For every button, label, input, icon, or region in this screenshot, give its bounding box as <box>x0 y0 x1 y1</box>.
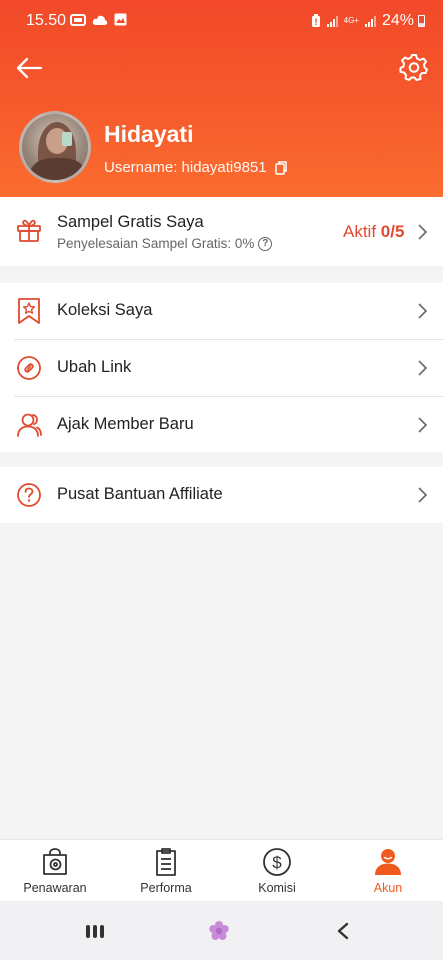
nav-performa[interactable]: Performa <box>111 840 221 902</box>
battery-icon <box>418 15 425 27</box>
chevron-right-icon <box>418 487 428 503</box>
nav-label-performa: Performa <box>140 881 192 895</box>
nav-label-komisi: Komisi <box>258 881 296 895</box>
copy-icon[interactable] <box>274 160 287 175</box>
help-item[interactable]: Pusat Bantuan Affiliate <box>0 467 443 523</box>
gift-icon <box>17 219 41 242</box>
svg-text:$: $ <box>272 853 282 872</box>
recent-apps-icon[interactable] <box>86 925 104 938</box>
signal-icon-2 <box>364 15 376 27</box>
sample-status: Aktif 0/5 <box>343 222 404 242</box>
status-time: 15.50 <box>26 12 67 29</box>
signal-icon <box>326 15 338 27</box>
battery-indicator: 24% <box>382 12 425 30</box>
arrow-left-icon[interactable] <box>14 53 44 83</box>
system-nav-bar <box>0 901 443 960</box>
menu-label-koleksi: Koleksi Saya <box>57 301 153 319</box>
question-circle-icon <box>17 483 41 507</box>
bottom-nav: Penawaran Performa $ Komisi Akun <box>0 839 443 901</box>
sample-status-count: 0/5 <box>380 222 405 241</box>
clipboard-icon <box>156 848 176 876</box>
sample-status-label: Aktif <box>343 222 381 241</box>
username-label: Username: hidayati9851 <box>104 159 267 176</box>
image-icon <box>114 13 127 26</box>
nav-akun[interactable]: Akun <box>333 840 443 902</box>
menu-label-ubah-link: Ubah Link <box>57 358 132 376</box>
avatar[interactable] <box>19 111 91 183</box>
cast-icon <box>70 13 86 26</box>
chevron-right-icon <box>418 360 428 376</box>
chevron-right-icon <box>418 303 428 319</box>
dollar-circle-icon: $ <box>263 848 291 876</box>
profile-header: 15.50 4G+ 24% Hidayati Username: hidayat… <box>0 0 443 197</box>
sample-title: Sampel Gratis Saya <box>57 213 204 231</box>
profile-name: Hidayati <box>104 121 194 147</box>
cloud-icon <box>92 15 108 25</box>
network-type: 4G+ <box>343 16 359 25</box>
menu-item-koleksi[interactable]: Koleksi Saya <box>0 283 443 339</box>
username-row: Username: hidayati9851 <box>104 159 287 176</box>
sample-subtitle: Penyelesaian Sampel Gratis: 0% <box>57 236 255 251</box>
help-small-icon[interactable]: ? <box>258 236 273 251</box>
nav-penawaran[interactable]: Penawaran <box>0 840 110 902</box>
nav-label-penawaran: Penawaran <box>23 881 87 895</box>
offer-bag-icon <box>43 848 67 875</box>
nav-label-akun: Akun <box>373 881 403 895</box>
link-icon <box>17 356 41 380</box>
alert-icon <box>311 14 320 27</box>
gear-icon[interactable] <box>399 52 429 82</box>
users-icon <box>17 413 42 437</box>
status-system-icons: 4G+ 24% <box>311 12 425 30</box>
menu-label-ajak-member: Ajak Member Baru <box>57 415 194 433</box>
menu-item-ajak-member[interactable]: Ajak Member Baru <box>0 397 443 453</box>
nav-komisi[interactable]: $ Komisi <box>222 840 332 902</box>
account-icon <box>375 849 401 875</box>
status-bar: 15.50 4G+ 24% <box>0 0 443 40</box>
sample-subtitle-row: Penyelesaian Sampel Gratis: 0% ? <box>57 236 273 251</box>
back-nav-icon[interactable] <box>335 922 351 940</box>
chevron-right-icon <box>418 224 428 240</box>
menu-item-pusat-bantuan[interactable]: Pusat Bantuan Affiliate <box>0 467 443 523</box>
chevron-right-icon <box>418 417 428 433</box>
battery-percent: 24% <box>381 12 414 29</box>
menu-item-ubah-link[interactable]: Ubah Link <box>0 340 443 396</box>
menu-group: Koleksi Saya Ubah Link Ajak Member Baru <box>0 283 443 452</box>
bookmark-star-icon <box>18 298 40 324</box>
home-flower-icon[interactable] <box>208 920 230 942</box>
free-sample-card[interactable]: Sampel Gratis Saya Penyelesaian Sampel G… <box>0 197 443 266</box>
status-notification-icons <box>70 13 127 26</box>
menu-label-pusat-bantuan: Pusat Bantuan Affiliate <box>57 485 223 503</box>
